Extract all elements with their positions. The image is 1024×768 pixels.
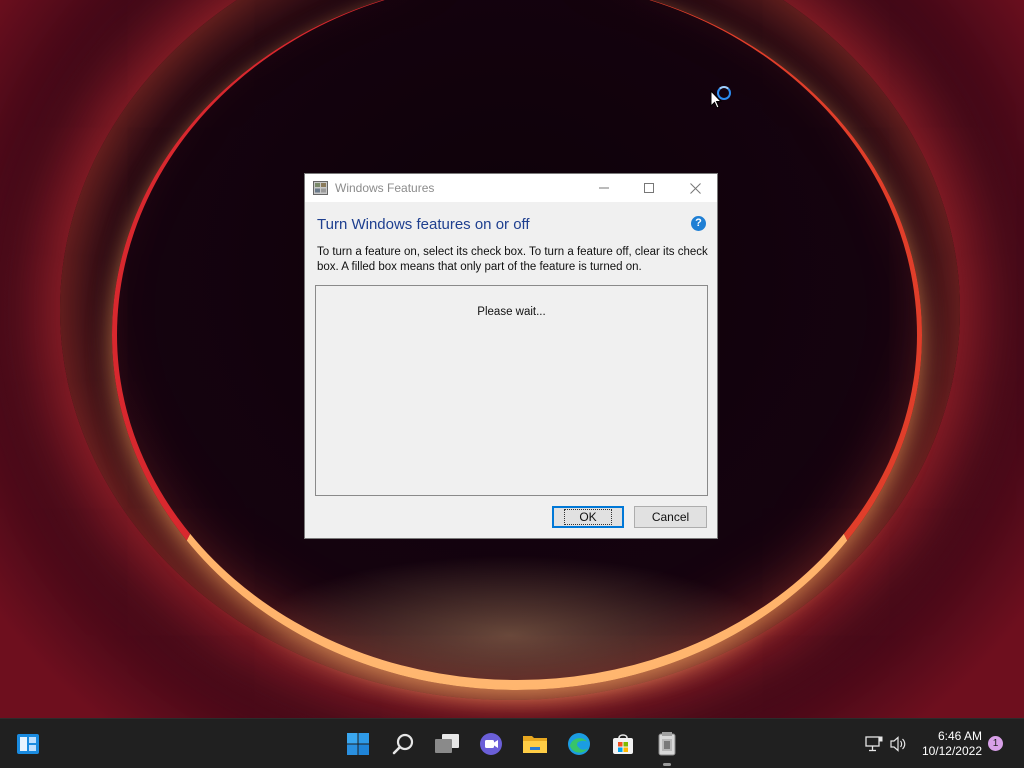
help-icon[interactable]: ? bbox=[691, 216, 706, 231]
widgets-glyph-icon bbox=[17, 734, 39, 754]
store-bag-icon bbox=[613, 734, 633, 754]
edge-logo-icon bbox=[568, 733, 590, 755]
loading-status-text: Please wait... bbox=[477, 306, 546, 318]
feature-tree-list[interactable]: Please wait... bbox=[315, 285, 708, 496]
windows-features-app-icon bbox=[658, 732, 676, 756]
magnifier-icon bbox=[392, 733, 414, 755]
ok-button[interactable]: OK bbox=[552, 506, 624, 528]
widgets-icon[interactable] bbox=[13, 729, 43, 759]
taskbar: 6:46 AM 10/12/2022 1 bbox=[0, 718, 1024, 768]
wallpaper-highlight bbox=[250, 555, 770, 715]
volume-icon[interactable] bbox=[890, 736, 908, 752]
file-explorer-icon[interactable] bbox=[520, 729, 550, 759]
task-view-icon[interactable] bbox=[432, 729, 462, 759]
maximize-button[interactable] bbox=[626, 174, 672, 202]
start-icon[interactable] bbox=[343, 729, 373, 759]
task-view-glyph-icon bbox=[435, 734, 459, 753]
clock-time: 6:46 AM bbox=[937, 729, 982, 743]
minimize-icon bbox=[599, 187, 609, 189]
folder-icon bbox=[523, 736, 547, 753]
dialog-title: Windows Features bbox=[335, 181, 435, 195]
search-icon[interactable] bbox=[388, 729, 418, 759]
active-app-indicator bbox=[663, 763, 671, 766]
network-icon[interactable] bbox=[865, 736, 883, 752]
minimize-button[interactable] bbox=[581, 174, 627, 202]
close-button[interactable] bbox=[672, 174, 718, 202]
notification-count-badge[interactable]: 1 bbox=[988, 736, 1003, 751]
cancel-button[interactable]: Cancel bbox=[634, 506, 707, 528]
edge-browser-icon[interactable] bbox=[564, 729, 594, 759]
microsoft-store-icon[interactable] bbox=[608, 729, 638, 759]
dialog-description: To turn a feature on, select its check b… bbox=[317, 246, 708, 273]
ok-button-label: OK bbox=[564, 509, 612, 525]
clock-date: 10/12/2022 bbox=[921, 744, 982, 758]
dialog-heading: Turn Windows features on or off bbox=[317, 216, 530, 233]
dialog-titlebar[interactable]: Windows Features bbox=[305, 174, 717, 202]
windows-features-taskbar-icon[interactable] bbox=[652, 729, 682, 759]
maximize-icon bbox=[644, 183, 654, 193]
windows-logo-icon bbox=[347, 733, 369, 755]
teams-chat-icon bbox=[480, 733, 502, 755]
busy-spinner-icon bbox=[717, 86, 731, 100]
windows-features-dialog: Windows Features Turn Windows features o… bbox=[304, 173, 718, 539]
windows-features-title-icon bbox=[313, 181, 328, 195]
close-icon bbox=[689, 182, 701, 194]
chat-icon[interactable] bbox=[476, 729, 506, 759]
taskbar-clock[interactable]: 6:46 AM 10/12/2022 bbox=[918, 729, 982, 759]
